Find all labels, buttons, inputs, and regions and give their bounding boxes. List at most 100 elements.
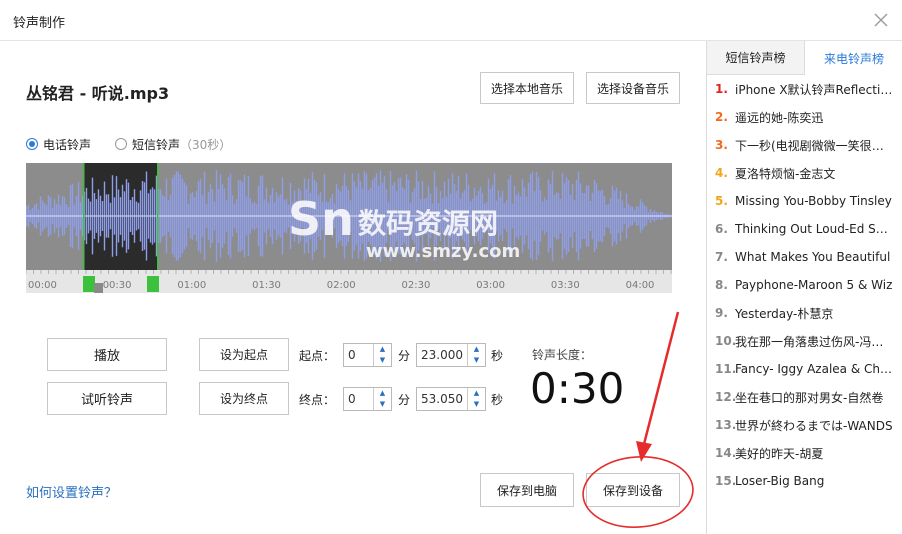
chevron-up-icon[interactable]: ▲: [374, 344, 391, 355]
list-item-title: What Makes You Beautiful: [735, 250, 891, 264]
chevron-up-icon[interactable]: ▲: [468, 388, 485, 399]
set-start-button[interactable]: 设为起点: [199, 338, 289, 371]
radio-sms-ringtone[interactable]: [115, 138, 128, 150]
selection-start-line: [83, 163, 85, 270]
list-item-rank: 3.: [715, 138, 728, 152]
timeline-tick-label: 02:30: [402, 280, 431, 291]
list-item[interactable]: 9. Yesterday-朴慧京: [707, 299, 902, 327]
arrow-head-icon: [636, 441, 652, 462]
list-item-title: 夏洛特烦恼-金志文: [735, 166, 836, 181]
list-item-title: Missing You-Bobby Tinsley: [735, 194, 892, 208]
end-point-label: 终点：: [299, 393, 336, 407]
list-item[interactable]: 13. 世界が終わるまでは-WANDS: [707, 411, 902, 439]
timeline-tick-label: 01:30: [252, 280, 281, 291]
chevron-up-icon[interactable]: ▲: [468, 344, 485, 355]
start-minutes-stepper[interactable]: 0 ▲ ▼: [343, 343, 392, 367]
start-seconds-unit: 秒: [491, 349, 504, 363]
set-end-button[interactable]: 设为终点: [199, 382, 289, 415]
watermark-text: 数码资源网: [358, 207, 498, 240]
list-item-title: 世界が終わるまでは-WANDS: [735, 418, 893, 433]
timeline-tick-label: 04:00: [626, 280, 655, 291]
list-item-rank: 10.: [715, 334, 737, 348]
list-item[interactable]: 7. What Makes You Beautiful: [707, 243, 902, 271]
ringtone-chart-list: 1. iPhone X默认铃声Reflection 2. 遥远的她-陈奕迅 3. 下一秒(…: [707, 75, 902, 495]
list-item-rank: 8.: [715, 278, 728, 292]
end-minutes-value: 0: [348, 392, 356, 406]
chevron-down-icon[interactable]: ▼: [468, 355, 485, 366]
end-seconds-stepper[interactable]: 53.050 ▲ ▼: [416, 387, 486, 411]
list-item-rank: 1.: [715, 82, 728, 96]
list-item[interactable]: 5. Missing You-Bobby Tinsley: [707, 187, 902, 215]
watermark-logo: Sn: [288, 192, 354, 246]
save-to-device-button[interactable]: 保存到设备: [586, 473, 680, 507]
close-icon[interactable]: [872, 11, 890, 29]
play-button[interactable]: 播放: [47, 338, 167, 371]
list-item-title: 遥远的她-陈奕迅: [735, 110, 824, 125]
timeline-tick-label: 03:00: [476, 280, 505, 291]
list-item[interactable]: 1. iPhone X默认铃声Reflection: [707, 75, 902, 103]
selection-end-line: [157, 163, 159, 270]
waveform-graphic: 00:00 00:30 01:00 01:30 02:00 02:30 03:00 03:30…: [26, 163, 672, 293]
window-title: 铃声制作: [13, 16, 66, 31]
end-minutes-unit: 分: [398, 393, 411, 407]
list-item[interactable]: 15. Loser-Big Bang: [707, 467, 902, 495]
ringtone-chart-panel: 短信铃声榜 来电铃声榜 1. iPhone X默认铃声Reflection 2. 遥远…: [706, 41, 902, 534]
list-item[interactable]: 8. Payphone-Maroon 5 & Wiz: [707, 271, 902, 299]
chevron-down-icon[interactable]: ▼: [374, 355, 391, 366]
chevron-down-icon[interactable]: ▼: [374, 399, 391, 410]
list-item[interactable]: 10. 我在那一角落患过伤风-冯曦妤: [707, 327, 902, 355]
list-item[interactable]: 3. 下一秒(电视剧微微一笑很倾城): [707, 131, 902, 159]
list-item-rank: 2.: [715, 110, 728, 124]
end-minutes-stepper[interactable]: 0 ▲ ▼: [343, 387, 392, 411]
list-item[interactable]: 14. 美好的昨天-胡夏: [707, 439, 902, 467]
start-seconds-value: 23.000: [421, 348, 463, 362]
list-item-title: Yesterday-朴慧京: [735, 306, 834, 321]
sms-ringtone-label: 短信铃声: [132, 137, 181, 152]
list-item-rank: 4.: [715, 166, 728, 180]
list-item[interactable]: 4. 夏洛特烦恼-金志文: [707, 159, 902, 187]
save-to-pc-button[interactable]: 保存到电脑: [480, 473, 574, 507]
list-item-title: Fancy- Iggy Azalea & Charli: [735, 362, 895, 376]
list-item-title: iPhone X默认铃声Reflection: [735, 82, 895, 97]
tab-call-chart[interactable]: 来电铃声榜: [805, 41, 902, 75]
watermark-url: www.smzy.com: [366, 241, 520, 262]
list-item-rank: 15.: [715, 474, 737, 488]
start-seconds-stepper[interactable]: 23.000 ▲ ▼: [416, 343, 486, 367]
list-item-rank: 12.: [715, 390, 737, 404]
end-seconds-unit: 秒: [491, 393, 504, 407]
start-handle: [83, 276, 95, 292]
timeline-tick-label: 00:00: [28, 280, 57, 291]
waveform-editor[interactable]: 00:00 00:30 01:00 01:30 02:00 02:30 03:00 03:30…: [26, 163, 672, 293]
chevron-up-icon[interactable]: ▲: [374, 388, 391, 399]
call-ringtone-label: 电话铃声: [43, 137, 92, 152]
title-bar: 铃声制作: [0, 0, 902, 41]
preview-ringtone-button[interactable]: 试听铃声: [47, 382, 167, 415]
radio-call-ringtone[interactable]: [26, 138, 38, 150]
ringtone-length-label: 铃声长度：: [532, 348, 593, 362]
list-item-rank: 13.: [715, 418, 737, 432]
select-local-music-button[interactable]: 选择本地音乐: [480, 72, 574, 104]
start-minutes-unit: 分: [398, 349, 411, 363]
list-item[interactable]: 11. Fancy- Iggy Azalea & Charli: [707, 355, 902, 383]
tab-sms-chart[interactable]: 短信铃声榜: [707, 41, 805, 75]
list-item-rank: 6.: [715, 222, 728, 236]
list-item-rank: 7.: [715, 250, 728, 264]
list-item-title: 下一秒(电视剧微微一笑很倾城): [735, 138, 895, 153]
annotation-arrow: [641, 311, 680, 449]
chevron-down-icon[interactable]: ▼: [468, 399, 485, 410]
end-handle: [147, 276, 159, 292]
sms-duration-note: （30秒）: [180, 137, 232, 152]
list-item-title: 美好的昨天-胡夏: [735, 446, 824, 461]
end-seconds-value: 53.050: [421, 392, 463, 406]
list-item-title: 我在那一角落患过伤风-冯曦妤: [735, 334, 895, 349]
list-item[interactable]: 6. Thinking Out Loud-Ed Sheeran: [707, 215, 902, 243]
list-item-rank: 9.: [715, 306, 728, 320]
list-item-title: Payphone-Maroon 5 & Wiz: [735, 278, 893, 292]
list-item-rank: 14.: [715, 446, 737, 460]
list-item[interactable]: 2. 遥远的她-陈奕迅: [707, 103, 902, 131]
list-item[interactable]: 12. 坐在巷口的那对男女-自然卷: [707, 383, 902, 411]
how-to-set-ringtone-link[interactable]: 如何设置铃声？: [26, 482, 117, 501]
select-device-music-button[interactable]: 选择设备音乐: [586, 72, 680, 104]
chart-tabs: 短信铃声榜 来电铃声榜: [707, 41, 902, 75]
timeline-tick-label: 00:30: [103, 280, 132, 291]
